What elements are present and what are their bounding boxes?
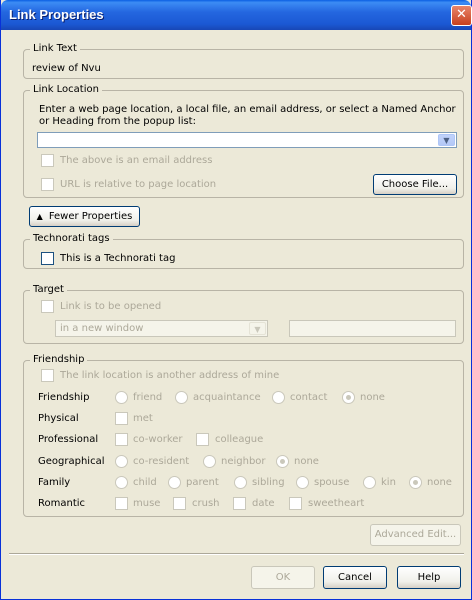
muse-label: muse bbox=[133, 498, 161, 509]
geographical-none-label: none bbox=[294, 456, 319, 467]
link-properties-dialog: Link Properties ✕ Link Text review of Nv… bbox=[0, 0, 472, 600]
neighbor-label: neighbor bbox=[221, 456, 266, 467]
fewer-properties-button[interactable]: ▲ Fewer Properties bbox=[29, 206, 140, 227]
sweetheart-label: sweetheart bbox=[308, 498, 365, 509]
family-none-label: none bbox=[427, 477, 452, 488]
email-address-label: The above is an email address bbox=[60, 155, 213, 166]
window-title: Link Properties bbox=[9, 7, 104, 22]
choose-file-button[interactable]: Choose File... bbox=[373, 174, 457, 195]
advanced-edit-button[interactable]: Advanced Edit... bbox=[370, 524, 461, 546]
another-address-label: The link location is another address of … bbox=[60, 370, 280, 381]
sibling-radio[interactable] bbox=[234, 476, 247, 489]
another-address-checkbox[interactable] bbox=[41, 369, 54, 382]
met-label: met bbox=[133, 413, 153, 424]
physical-row-label: Physical bbox=[38, 413, 79, 424]
target-legend: Target bbox=[30, 284, 67, 296]
close-icon[interactable]: ✕ bbox=[451, 5, 472, 26]
acquaintance-label: acquaintance bbox=[193, 392, 261, 403]
link-text-group: Link Text review of Nvu bbox=[23, 43, 464, 79]
met-checkbox[interactable] bbox=[115, 412, 128, 425]
geographical-none-radio[interactable] bbox=[276, 455, 289, 468]
child-label: child bbox=[133, 477, 157, 488]
acquaintance-radio[interactable] bbox=[175, 391, 188, 404]
co-resident-label: co-resident bbox=[133, 456, 190, 467]
ok-button[interactable]: OK bbox=[251, 566, 315, 589]
spouse-label: spouse bbox=[314, 477, 350, 488]
target-frame-input[interactable] bbox=[289, 320, 456, 337]
friendship-legend: Friendship bbox=[30, 354, 88, 366]
link-opened-checkbox[interactable] bbox=[41, 300, 54, 313]
kin-label: kin bbox=[381, 477, 396, 488]
colleague-checkbox[interactable] bbox=[196, 433, 209, 446]
technorati-legend: Technorati tags bbox=[30, 233, 113, 245]
relative-url-label: URL is relative to page location bbox=[60, 179, 217, 190]
link-location-instructions: Enter a web page location, a local file,… bbox=[39, 104, 456, 127]
friend-label: friend bbox=[133, 392, 163, 403]
friend-radio[interactable] bbox=[115, 391, 128, 404]
fewer-properties-label: Fewer Properties bbox=[48, 211, 133, 222]
url-dropdown[interactable]: ▼ bbox=[37, 132, 457, 148]
email-address-checkbox[interactable] bbox=[41, 154, 54, 167]
sibling-label: sibling bbox=[252, 477, 285, 488]
link-location-legend: Link Location bbox=[30, 84, 102, 96]
link-text-value: review of Nvu bbox=[32, 63, 101, 74]
cancel-button[interactable]: Cancel bbox=[323, 566, 387, 589]
parent-radio[interactable] bbox=[168, 476, 181, 489]
chevron-down-icon[interactable]: ▼ bbox=[438, 134, 455, 146]
link-text-legend: Link Text bbox=[30, 43, 80, 55]
technorati-tag-label: This is a Technorati tag bbox=[60, 253, 176, 264]
professional-row-label: Professional bbox=[38, 434, 99, 445]
friendship-none-radio[interactable] bbox=[342, 391, 355, 404]
geographical-row-label: Geographical bbox=[38, 456, 105, 467]
date-checkbox[interactable] bbox=[233, 497, 246, 510]
child-radio[interactable] bbox=[115, 476, 128, 489]
family-none-radio[interactable] bbox=[409, 476, 422, 489]
crush-label: crush bbox=[192, 498, 220, 509]
co-worker-label: co-worker bbox=[133, 434, 183, 445]
family-row-label: Family bbox=[38, 477, 71, 488]
date-label: date bbox=[252, 498, 275, 509]
relative-url-checkbox[interactable] bbox=[41, 178, 54, 191]
technorati-tag-checkbox[interactable] bbox=[41, 252, 54, 265]
link-opened-label: Link is to be opened bbox=[60, 301, 162, 312]
romantic-row-label: Romantic bbox=[38, 498, 86, 509]
neighbor-radio[interactable] bbox=[203, 455, 216, 468]
chevron-down-icon[interactable]: ▼ bbox=[249, 322, 266, 335]
parent-label: parent bbox=[186, 477, 219, 488]
title-bar[interactable]: Link Properties ✕ bbox=[1, 0, 472, 30]
friendship-row-label: Friendship bbox=[38, 392, 90, 403]
collapse-arrow-icon: ▲ bbox=[36, 212, 43, 221]
colleague-label: colleague bbox=[215, 434, 264, 445]
target-window-value: in a new window bbox=[60, 323, 144, 334]
kin-radio[interactable] bbox=[363, 476, 376, 489]
contact-label: contact bbox=[290, 392, 328, 403]
muse-checkbox[interactable] bbox=[115, 497, 128, 510]
co-worker-checkbox[interactable] bbox=[115, 433, 128, 446]
crush-checkbox[interactable] bbox=[173, 497, 186, 510]
friendship-none-label: none bbox=[360, 392, 385, 403]
spouse-radio[interactable] bbox=[296, 476, 309, 489]
sweetheart-checkbox[interactable] bbox=[289, 497, 302, 510]
target-window-select[interactable]: in a new window ▼ bbox=[55, 320, 268, 337]
contact-radio[interactable] bbox=[272, 391, 285, 404]
bottom-separator bbox=[9, 553, 464, 555]
help-button[interactable]: Help bbox=[397, 566, 461, 589]
co-resident-radio[interactable] bbox=[115, 455, 128, 468]
